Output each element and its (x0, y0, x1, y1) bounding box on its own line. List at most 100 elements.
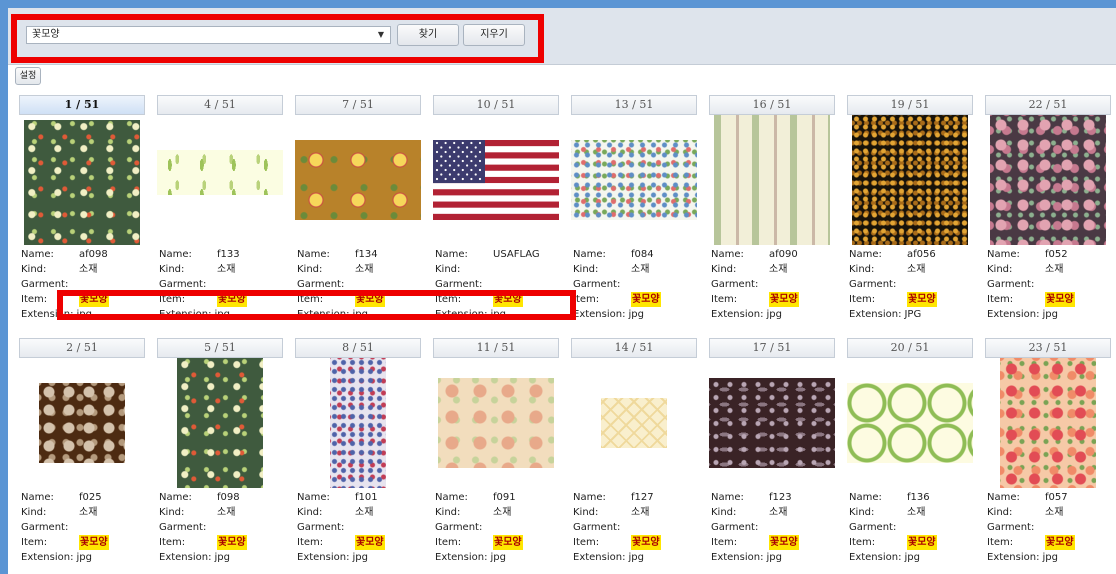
fabric-thumbnail[interactable] (1000, 358, 1096, 488)
card-page-number[interactable]: 22 / 51 (985, 95, 1111, 115)
card-thumbnail-area[interactable] (709, 115, 835, 245)
card-page-number[interactable]: 2 / 51 (19, 338, 145, 358)
card-page-number[interactable]: 11 / 51 (433, 338, 559, 358)
garment-label: Garment: (21, 522, 69, 533)
card-page-number[interactable]: 17 / 51 (709, 338, 835, 358)
item-value: 꽃모양 (907, 292, 937, 307)
result-card[interactable]: 14 / 51 Name: f127 Kind: 소재 Garment: Item: 꽃모양 E… (571, 338, 697, 570)
category-select[interactable]: 꽃모양 ▼ (26, 26, 391, 44)
card-page-number[interactable]: 13 / 51 (571, 95, 697, 115)
card-page-number[interactable]: 19 / 51 (847, 95, 973, 115)
kind-label: Kind: (21, 507, 47, 518)
fabric-thumbnail[interactable] (177, 358, 263, 488)
fabric-thumbnail[interactable] (990, 115, 1106, 245)
extension-label: Extension: (711, 309, 764, 320)
settings-button[interactable]: 설정 (15, 67, 41, 85)
name-row: Name: f136 (849, 490, 973, 505)
card-thumbnail-area[interactable] (571, 115, 697, 245)
kind-label: Kind: (21, 264, 47, 275)
item-label: Item: (21, 294, 48, 305)
card-thumbnail-area[interactable] (295, 358, 421, 488)
fabric-thumbnail[interactable] (330, 358, 386, 488)
item-value: 꽃모양 (769, 535, 799, 550)
card-thumbnail-area[interactable] (985, 115, 1111, 245)
result-card[interactable]: 20 / 51 Name: f136 Kind: 소재 Garment: Item: 꽃모양 E… (847, 338, 973, 570)
fabric-thumbnail[interactable] (295, 140, 421, 220)
extension-value: jpg (628, 309, 644, 320)
fabric-thumbnail[interactable] (601, 398, 667, 448)
result-card[interactable]: 4 / 51 Name: f133 Kind: 소재 Garment: Item: 꽃모양 Ex… (157, 95, 283, 327)
extension-row: Extension: jpg (159, 550, 283, 565)
extension-row: Extension: JPG (849, 307, 973, 322)
extension-value: jpg (352, 552, 368, 563)
fabric-thumbnail[interactable] (438, 378, 554, 468)
result-card[interactable]: 19 / 51 Name: af056 Kind: 소재 Garment: Item: 꽃모양… (847, 95, 973, 327)
kind-value: 소재 (493, 507, 512, 518)
name-label: Name: (987, 492, 1020, 503)
garment-row: Garment: (435, 277, 559, 292)
fabric-thumbnail[interactable] (433, 140, 559, 221)
card-thumbnail-area[interactable] (709, 358, 835, 488)
card-info: Name: f025 Kind: 소재 Garment: Item: 꽃모양 Extensio… (21, 490, 145, 565)
extension-label: Extension: (987, 552, 1040, 563)
card-page-number[interactable]: 16 / 51 (709, 95, 835, 115)
find-button[interactable]: 찾기 (397, 24, 459, 46)
card-info: Name: af098 Kind: 소재 Garment: Item: 꽃모양 Extensi… (21, 247, 145, 322)
item-label: Item: (435, 537, 462, 548)
fabric-thumbnail[interactable] (157, 150, 283, 195)
garment-row: Garment: (711, 520, 835, 535)
card-page-number[interactable]: 10 / 51 (433, 95, 559, 115)
result-card[interactable]: 23 / 51 Name: f057 Kind: 소재 Garment: Item: 꽃모양 E… (985, 338, 1111, 570)
card-thumbnail-area[interactable] (19, 115, 145, 245)
fabric-thumbnail[interactable] (847, 383, 973, 463)
card-thumbnail-area[interactable] (157, 358, 283, 488)
result-card[interactable]: 13 / 51 Name: f084 Kind: 소재 Garment: Item: 꽃모양 E… (571, 95, 697, 327)
card-thumbnail-area[interactable] (295, 115, 421, 245)
card-thumbnail-area[interactable] (847, 115, 973, 245)
kind-row: Kind: 소재 (573, 505, 697, 520)
result-card[interactable]: 17 / 51 Name: f123 Kind: 소재 Garment: Item: 꽃모양 E… (709, 338, 835, 570)
fabric-thumbnail[interactable] (24, 120, 140, 245)
result-card[interactable]: 16 / 51 Name: af090 Kind: 소재 Garment: Item: 꽃모양… (709, 95, 835, 327)
fabric-thumbnail[interactable] (852, 115, 968, 245)
card-info: Name: f084 Kind: 소재 Garment: Item: 꽃모양 Extensio… (573, 247, 697, 322)
card-page-number[interactable]: 14 / 51 (571, 338, 697, 358)
item-value: 꽃모양 (1045, 292, 1075, 307)
card-thumbnail-area[interactable] (985, 358, 1111, 488)
dropdown-arrow-icon[interactable]: ▼ (378, 27, 384, 43)
item-label: Item: (987, 537, 1014, 548)
card-thumbnail-area[interactable] (571, 358, 697, 488)
card-thumbnail-area[interactable] (433, 358, 559, 488)
garment-label: Garment: (849, 522, 897, 533)
card-thumbnail-area[interactable] (847, 358, 973, 488)
result-card[interactable]: 22 / 51 Name: f052 Kind: 소재 Garment: Item: 꽃모양 E… (985, 95, 1111, 327)
fabric-thumbnail[interactable] (709, 378, 835, 468)
card-thumbnail-area[interactable] (157, 115, 283, 245)
card-thumbnail-area[interactable] (433, 115, 559, 245)
clear-button[interactable]: 지우기 (463, 24, 525, 46)
item-label: Item: (849, 537, 876, 548)
result-card[interactable]: 7 / 51 Name: f134 Kind: 소재 Garment: Item: 꽃모양 Ex… (295, 95, 421, 327)
card-page-number[interactable]: 23 / 51 (985, 338, 1111, 358)
card-info: Name: f052 Kind: 소재 Garment: Item: 꽃모양 Extensio… (987, 247, 1111, 322)
card-info: Name: f091 Kind: 소재 Garment: Item: 꽃모양 Extensio… (435, 490, 559, 565)
card-page-number[interactable]: 1 / 51 (19, 95, 145, 115)
card-page-number[interactable]: 4 / 51 (157, 95, 283, 115)
card-page-number[interactable]: 8 / 51 (295, 338, 421, 358)
fabric-thumbnail[interactable] (39, 383, 125, 463)
name-label: Name: (297, 492, 330, 503)
result-card[interactable]: 5 / 51 Name: f098 Kind: 소재 Garment: Item: 꽃모양 Ex… (157, 338, 283, 570)
result-card[interactable]: 11 / 51 Name: f091 Kind: 소재 Garment: Item: 꽃모양 E… (433, 338, 559, 570)
card-page-number[interactable]: 5 / 51 (157, 338, 283, 358)
fabric-thumbnail[interactable] (714, 115, 830, 245)
card-page-number[interactable]: 7 / 51 (295, 95, 421, 115)
result-card[interactable]: 2 / 51 Name: f025 Kind: 소재 Garment: Item: 꽃모양 Ex… (19, 338, 145, 570)
name-row: Name: f091 (435, 490, 559, 505)
card-page-number[interactable]: 20 / 51 (847, 338, 973, 358)
result-card[interactable]: 8 / 51 Name: f101 Kind: 소재 Garment: Item: 꽃모양 Ex… (295, 338, 421, 570)
fabric-thumbnail[interactable] (571, 140, 697, 220)
card-thumbnail-area[interactable] (19, 358, 145, 488)
result-card[interactable]: 1 / 51 Name: af098 Kind: 소재 Garment: Item: 꽃모양 E… (19, 95, 145, 327)
extension-row: Extension: jpg (573, 307, 697, 322)
result-card[interactable]: 10 / 51 Name: USAFLAG Kind: Garment: Item: 꽃모양… (433, 95, 559, 327)
